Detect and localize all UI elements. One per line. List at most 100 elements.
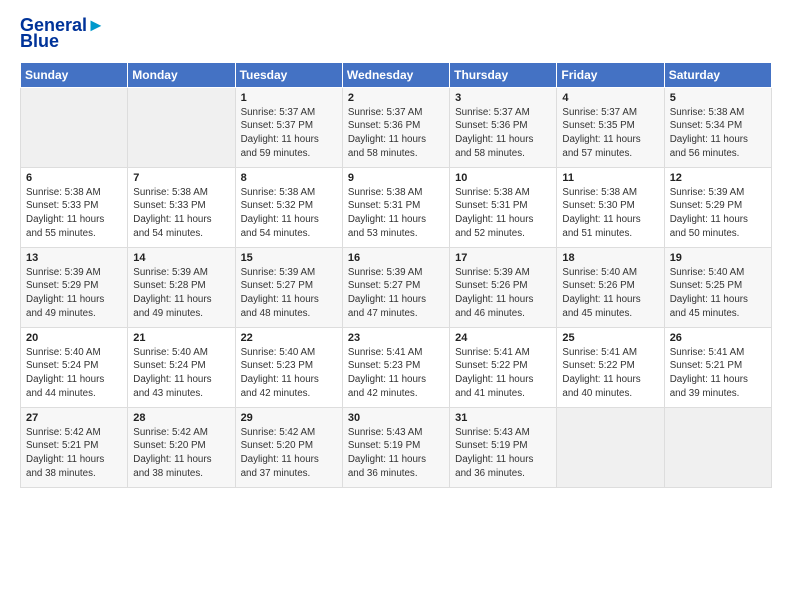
day-info: Sunrise: 5:38 AMSunset: 5:32 PMDaylight:… (241, 186, 337, 241)
day-cell: 6 Sunrise: 5:38 AMSunset: 5:33 PMDaylight… (21, 167, 128, 247)
day-info: Sunrise: 5:41 AMSunset: 5:21 PMDaylight:… (670, 346, 766, 401)
day-cell: 5Sunrise: 5:38 AMSunset: 5:34 PMDaylight… (664, 87, 771, 167)
day-number: 6 (26, 172, 122, 184)
day-info: Sunrise: 5:38 AMSunset: 5:33 PMDaylight:… (26, 186, 122, 241)
day-cell: 19 Sunrise: 5:40 AMSunset: 5:25 PMDayligh… (664, 247, 771, 327)
day-info: Sunrise: 5:37 AMSunset: 5:36 PMDaylight:… (348, 106, 444, 161)
week-row-2: 6 Sunrise: 5:38 AMSunset: 5:33 PMDaylight… (21, 167, 772, 247)
day-info: Sunrise: 5:37 AMSunset: 5:36 PMDaylight:… (455, 106, 551, 161)
day-cell: 16Sunrise: 5:39 AMSunset: 5:27 PMDayligh… (342, 247, 449, 327)
day-number: 8 (241, 172, 337, 184)
day-info: Sunrise: 5:39 AMSunset: 5:27 PMDaylight:… (241, 266, 337, 321)
weekday-header-row: SundayMondayTuesdayWednesdayThursdayFrid… (21, 62, 772, 87)
day-info: Sunrise: 5:39 AMSunset: 5:29 PMDaylight:… (26, 266, 122, 321)
day-cell: 15Sunrise: 5:39 AMSunset: 5:27 PMDayligh… (235, 247, 342, 327)
day-number: 12 (670, 172, 766, 184)
day-info: Sunrise: 5:42 AMSunset: 5:21 PMDaylight:… (26, 426, 122, 481)
page-header: General► Blue (20, 16, 772, 52)
weekday-header-tuesday: Tuesday (235, 62, 342, 87)
weekday-header-monday: Monday (128, 62, 235, 87)
week-row-3: 13Sunrise: 5:39 AMSunset: 5:29 PMDayligh… (21, 247, 772, 327)
day-cell: 7Sunrise: 5:38 AMSunset: 5:33 PMDaylight… (128, 167, 235, 247)
day-number: 26 (670, 332, 766, 344)
day-cell: 29 Sunrise: 5:42 AMSunset: 5:20 PMDayligh… (235, 407, 342, 487)
day-info: Sunrise: 5:41 AMSunset: 5:22 PMDaylight:… (455, 346, 551, 401)
day-info: Sunrise: 5:39 AMSunset: 5:26 PMDaylight:… (455, 266, 551, 321)
day-cell: 31Sunrise: 5:43 AMSunset: 5:19 PMDayligh… (450, 407, 557, 487)
day-info: Sunrise: 5:37 AMSunset: 5:37 PMDaylight:… (241, 106, 337, 161)
day-cell: 3Sunrise: 5:37 AMSunset: 5:36 PMDaylight… (450, 87, 557, 167)
logo-text-blue: Blue (20, 32, 105, 52)
day-info: Sunrise: 5:43 AMSunset: 5:19 PMDaylight:… (348, 426, 444, 481)
day-number: 22 (241, 332, 337, 344)
day-cell: 13Sunrise: 5:39 AMSunset: 5:29 PMDayligh… (21, 247, 128, 327)
day-number: 21 (133, 332, 229, 344)
day-number: 14 (133, 252, 229, 264)
day-cell: 8 Sunrise: 5:38 AMSunset: 5:32 PMDaylight… (235, 167, 342, 247)
day-number: 29 (241, 412, 337, 424)
day-number: 4 (562, 92, 658, 104)
day-cell: 27 Sunrise: 5:42 AMSunset: 5:21 PMDayligh… (21, 407, 128, 487)
day-cell: 9 Sunrise: 5:38 AMSunset: 5:31 PMDaylight… (342, 167, 449, 247)
logo: General► Blue (20, 16, 105, 52)
week-row-5: 27 Sunrise: 5:42 AMSunset: 5:21 PMDayligh… (21, 407, 772, 487)
weekday-header-sunday: Sunday (21, 62, 128, 87)
day-info: Sunrise: 5:38 AMSunset: 5:30 PMDaylight:… (562, 186, 658, 241)
day-cell: 17 Sunrise: 5:39 AMSunset: 5:26 PMDayligh… (450, 247, 557, 327)
day-number: 23 (348, 332, 444, 344)
weekday-header-wednesday: Wednesday (342, 62, 449, 87)
weekday-header-thursday: Thursday (450, 62, 557, 87)
day-number: 5 (670, 92, 766, 104)
weekday-header-saturday: Saturday (664, 62, 771, 87)
day-info: Sunrise: 5:39 AMSunset: 5:28 PMDaylight:… (133, 266, 229, 321)
day-info: Sunrise: 5:40 AMSunset: 5:23 PMDaylight:… (241, 346, 337, 401)
day-number: 9 (348, 172, 444, 184)
day-cell: 12Sunrise: 5:39 AMSunset: 5:29 PMDayligh… (664, 167, 771, 247)
day-number: 10 (455, 172, 551, 184)
day-info: Sunrise: 5:40 AMSunset: 5:25 PMDaylight:… (670, 266, 766, 321)
day-number: 28 (133, 412, 229, 424)
day-cell: 4 Sunrise: 5:37 AMSunset: 5:35 PMDaylight… (557, 87, 664, 167)
day-number: 18 (562, 252, 658, 264)
calendar-table: SundayMondayTuesdayWednesdayThursdayFrid… (20, 62, 772, 488)
day-info: Sunrise: 5:38 AMSunset: 5:31 PMDaylight:… (348, 186, 444, 241)
week-row-1: 1 Sunrise: 5:37 AMSunset: 5:37 PMDaylight… (21, 87, 772, 167)
day-number: 27 (26, 412, 122, 424)
day-number: 7 (133, 172, 229, 184)
day-number: 30 (348, 412, 444, 424)
day-info: Sunrise: 5:42 AMSunset: 5:20 PMDaylight:… (241, 426, 337, 481)
day-info: Sunrise: 5:37 AMSunset: 5:35 PMDaylight:… (562, 106, 658, 161)
day-cell: 1 Sunrise: 5:37 AMSunset: 5:37 PMDaylight… (235, 87, 342, 167)
day-cell: 23Sunrise: 5:41 AMSunset: 5:23 PMDayligh… (342, 327, 449, 407)
day-number: 24 (455, 332, 551, 344)
day-cell: 24 Sunrise: 5:41 AMSunset: 5:22 PMDayligh… (450, 327, 557, 407)
day-cell: 20Sunrise: 5:40 AMSunset: 5:24 PMDayligh… (21, 327, 128, 407)
day-info: Sunrise: 5:38 AMSunset: 5:31 PMDaylight:… (455, 186, 551, 241)
day-number: 31 (455, 412, 551, 424)
day-number: 25 (562, 332, 658, 344)
day-info: Sunrise: 5:40 AMSunset: 5:24 PMDaylight:… (26, 346, 122, 401)
week-row-4: 20Sunrise: 5:40 AMSunset: 5:24 PMDayligh… (21, 327, 772, 407)
day-cell: 14 Sunrise: 5:39 AMSunset: 5:28 PMDayligh… (128, 247, 235, 327)
day-number: 17 (455, 252, 551, 264)
day-cell: 18 Sunrise: 5:40 AMSunset: 5:26 PMDayligh… (557, 247, 664, 327)
day-cell: 30 Sunrise: 5:43 AMSunset: 5:19 PMDayligh… (342, 407, 449, 487)
day-cell: 25Sunrise: 5:41 AMSunset: 5:22 PMDayligh… (557, 327, 664, 407)
day-cell: 11 Sunrise: 5:38 AMSunset: 5:30 PMDayligh… (557, 167, 664, 247)
day-number: 11 (562, 172, 658, 184)
day-info: Sunrise: 5:40 AMSunset: 5:26 PMDaylight:… (562, 266, 658, 321)
day-number: 16 (348, 252, 444, 264)
day-cell (557, 407, 664, 487)
day-cell: 26 Sunrise: 5:41 AMSunset: 5:21 PMDayligh… (664, 327, 771, 407)
day-cell: 21 Sunrise: 5:40 AMSunset: 5:24 PMDayligh… (128, 327, 235, 407)
day-number: 2 (348, 92, 444, 104)
day-cell (21, 87, 128, 167)
day-number: 19 (670, 252, 766, 264)
day-number: 1 (241, 92, 337, 104)
day-cell: 22 Sunrise: 5:40 AMSunset: 5:23 PMDayligh… (235, 327, 342, 407)
day-cell: 2 Sunrise: 5:37 AMSunset: 5:36 PMDaylight… (342, 87, 449, 167)
day-info: Sunrise: 5:42 AMSunset: 5:20 PMDaylight:… (133, 426, 229, 481)
day-info: Sunrise: 5:40 AMSunset: 5:24 PMDaylight:… (133, 346, 229, 401)
calendar-page: General► Blue SundayMondayTuesdayWednesd… (0, 0, 792, 612)
weekday-header-friday: Friday (557, 62, 664, 87)
